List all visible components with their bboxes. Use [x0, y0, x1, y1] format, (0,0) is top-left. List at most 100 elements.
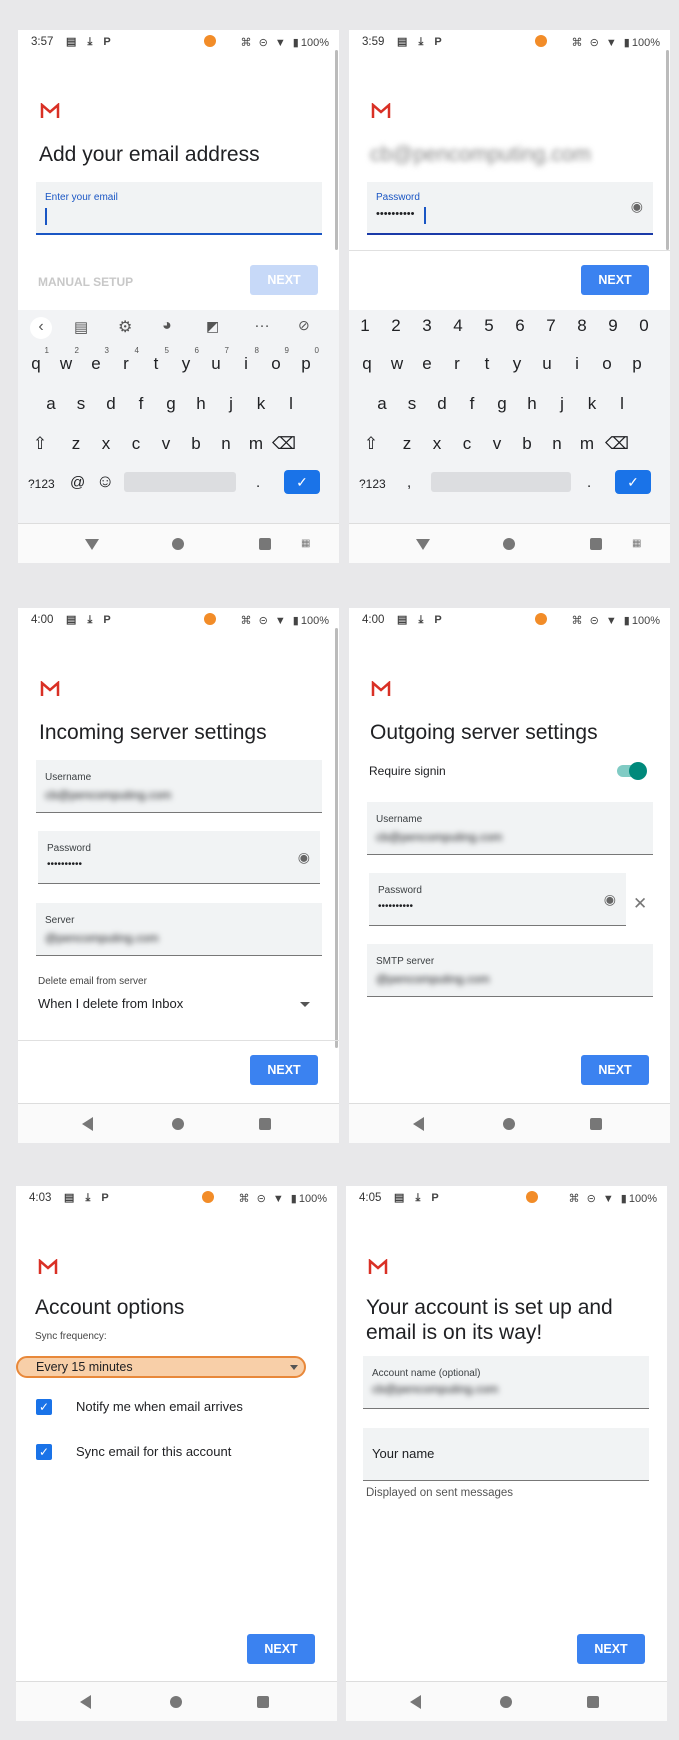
nav-home-icon[interactable]: [503, 1118, 515, 1130]
key-y[interactable]: y6: [174, 346, 199, 374]
next-button[interactable]: NEXT: [247, 1634, 315, 1664]
smtp-server-field[interactable]: SMTP server @pencomputing.com: [367, 944, 653, 997]
key-3[interactable]: 3: [415, 316, 439, 336]
key-c[interactable]: c: [455, 434, 479, 454]
server-field[interactable]: Server @pencomputing.com: [36, 903, 322, 956]
account-name-field[interactable]: Account name (optional) cb@pencomputing.…: [363, 1356, 649, 1409]
nav-recents-icon[interactable]: [590, 538, 602, 550]
key-u[interactable]: u7: [204, 346, 229, 374]
shift-key-icon[interactable]: ⇧: [359, 434, 383, 454]
notify-checkbox-icon[interactable]: ✓: [36, 1399, 52, 1415]
username-field[interactable]: Username cb@pencomputing.com: [36, 760, 322, 813]
key-a[interactable]: a: [370, 394, 394, 414]
key-a[interactable]: a: [39, 394, 63, 414]
next-button[interactable]: NEXT: [581, 1055, 649, 1085]
key-i[interactable]: i8: [234, 346, 259, 374]
key-b[interactable]: b: [184, 434, 208, 454]
period-key[interactable]: .: [256, 474, 260, 491]
symbols-key[interactable]: ?123: [28, 477, 55, 491]
key-y[interactable]: y: [505, 354, 529, 374]
nav-recents-icon[interactable]: [590, 1118, 602, 1130]
your-name-field[interactable]: Your name: [363, 1428, 649, 1481]
key-j[interactable]: j: [550, 394, 574, 414]
clipboard-icon[interactable]: ▤: [74, 318, 88, 336]
key-s[interactable]: s: [400, 394, 424, 414]
key-k[interactable]: k: [249, 394, 273, 414]
comma-key[interactable]: ,: [407, 474, 411, 491]
key-d[interactable]: d: [99, 394, 123, 414]
emoji-key-icon[interactable]: ☺: [96, 471, 114, 492]
backspace-key-icon[interactable]: ⌫: [605, 434, 629, 454]
manual-setup-button[interactable]: MANUAL SETUP: [38, 275, 133, 289]
key-v[interactable]: v: [485, 434, 509, 454]
more-icon[interactable]: …: [254, 314, 270, 332]
key-h[interactable]: h: [189, 394, 213, 414]
email-field[interactable]: Enter your email: [36, 182, 322, 235]
key-x[interactable]: x: [94, 434, 118, 454]
nav-back-icon[interactable]: [413, 1117, 424, 1131]
password-field[interactable]: Password •••••••••• ◉: [367, 182, 653, 235]
key-6[interactable]: 6: [508, 316, 532, 336]
period-key[interactable]: .: [587, 474, 591, 491]
theme-palette-icon[interactable]: ◕: [162, 317, 172, 335]
nav-keyboard-icon[interactable]: ▦: [301, 538, 310, 549]
sync-email-checkbox-row[interactable]: ✓ Sync email for this account: [36, 1442, 306, 1462]
nav-keyboard-icon[interactable]: ▦: [632, 538, 641, 549]
username-field[interactable]: Username cb@pencomputing.com: [367, 802, 653, 855]
show-password-eye-icon[interactable]: ◉: [631, 198, 643, 215]
password-field[interactable]: Password •••••••••• ◉: [38, 831, 320, 884]
key-7[interactable]: 7: [539, 316, 563, 336]
require-signin-toggle[interactable]: [617, 762, 647, 780]
key-2[interactable]: 2: [384, 316, 408, 336]
sync-frequency-select[interactable]: Every 15 minutes: [16, 1356, 306, 1378]
show-password-eye-icon[interactable]: ◉: [604, 891, 616, 908]
show-password-eye-icon[interactable]: ◉: [298, 849, 310, 866]
next-button[interactable]: NEXT: [581, 265, 649, 295]
key-q[interactable]: q1: [24, 346, 49, 374]
key-b[interactable]: b: [515, 434, 539, 454]
nav-recents-icon[interactable]: [587, 1696, 599, 1708]
key-g[interactable]: g: [159, 394, 183, 414]
nav-home-icon[interactable]: [172, 538, 184, 550]
nav-hide-keyboard-icon[interactable]: [416, 539, 430, 550]
mic-off-icon[interactable]: ⊘: [298, 317, 310, 334]
next-button[interactable]: NEXT: [250, 265, 318, 295]
nav-recents-icon[interactable]: [257, 1696, 269, 1708]
key-c[interactable]: c: [124, 434, 148, 454]
key-u[interactable]: u: [535, 354, 559, 374]
scrollbar[interactable]: [335, 628, 338, 1048]
nav-home-icon[interactable]: [503, 538, 515, 550]
key-w[interactable]: w: [385, 354, 409, 374]
nav-back-icon[interactable]: [82, 1117, 93, 1131]
nav-recents-icon[interactable]: [259, 538, 271, 550]
shift-key-icon[interactable]: ⇧: [28, 434, 52, 454]
key-l[interactable]: l: [610, 394, 634, 414]
key-v[interactable]: v: [154, 434, 178, 454]
scrollbar[interactable]: [335, 50, 338, 250]
nav-home-icon[interactable]: [170, 1696, 182, 1708]
key-i[interactable]: i: [565, 354, 589, 374]
key-k[interactable]: k: [580, 394, 604, 414]
key-w[interactable]: w2: [54, 346, 79, 374]
key-l[interactable]: l: [279, 394, 303, 414]
key-f[interactable]: f: [460, 394, 484, 414]
backspace-key-icon[interactable]: ⌫: [272, 434, 296, 454]
space-key[interactable]: [124, 472, 236, 492]
key-o[interactable]: o9: [264, 346, 289, 374]
enter-key-icon[interactable]: ✓: [615, 470, 651, 494]
key-q[interactable]: q: [355, 354, 379, 374]
nav-back-icon[interactable]: [410, 1695, 421, 1709]
next-button[interactable]: NEXT: [250, 1055, 318, 1085]
key-n[interactable]: n: [545, 434, 569, 454]
key-4[interactable]: 4: [446, 316, 470, 336]
delete-email-select[interactable]: When I delete from Inbox: [38, 994, 320, 1016]
key-x[interactable]: x: [425, 434, 449, 454]
key-f[interactable]: f: [129, 394, 153, 414]
key-e[interactable]: e: [415, 354, 439, 374]
key-m[interactable]: m: [244, 434, 268, 454]
settings-icon[interactable]: ⚙: [118, 317, 132, 337]
key-z[interactable]: z: [395, 434, 419, 454]
key-z[interactable]: z: [64, 434, 88, 454]
key-n[interactable]: n: [214, 434, 238, 454]
nav-hide-keyboard-icon[interactable]: [85, 539, 99, 550]
